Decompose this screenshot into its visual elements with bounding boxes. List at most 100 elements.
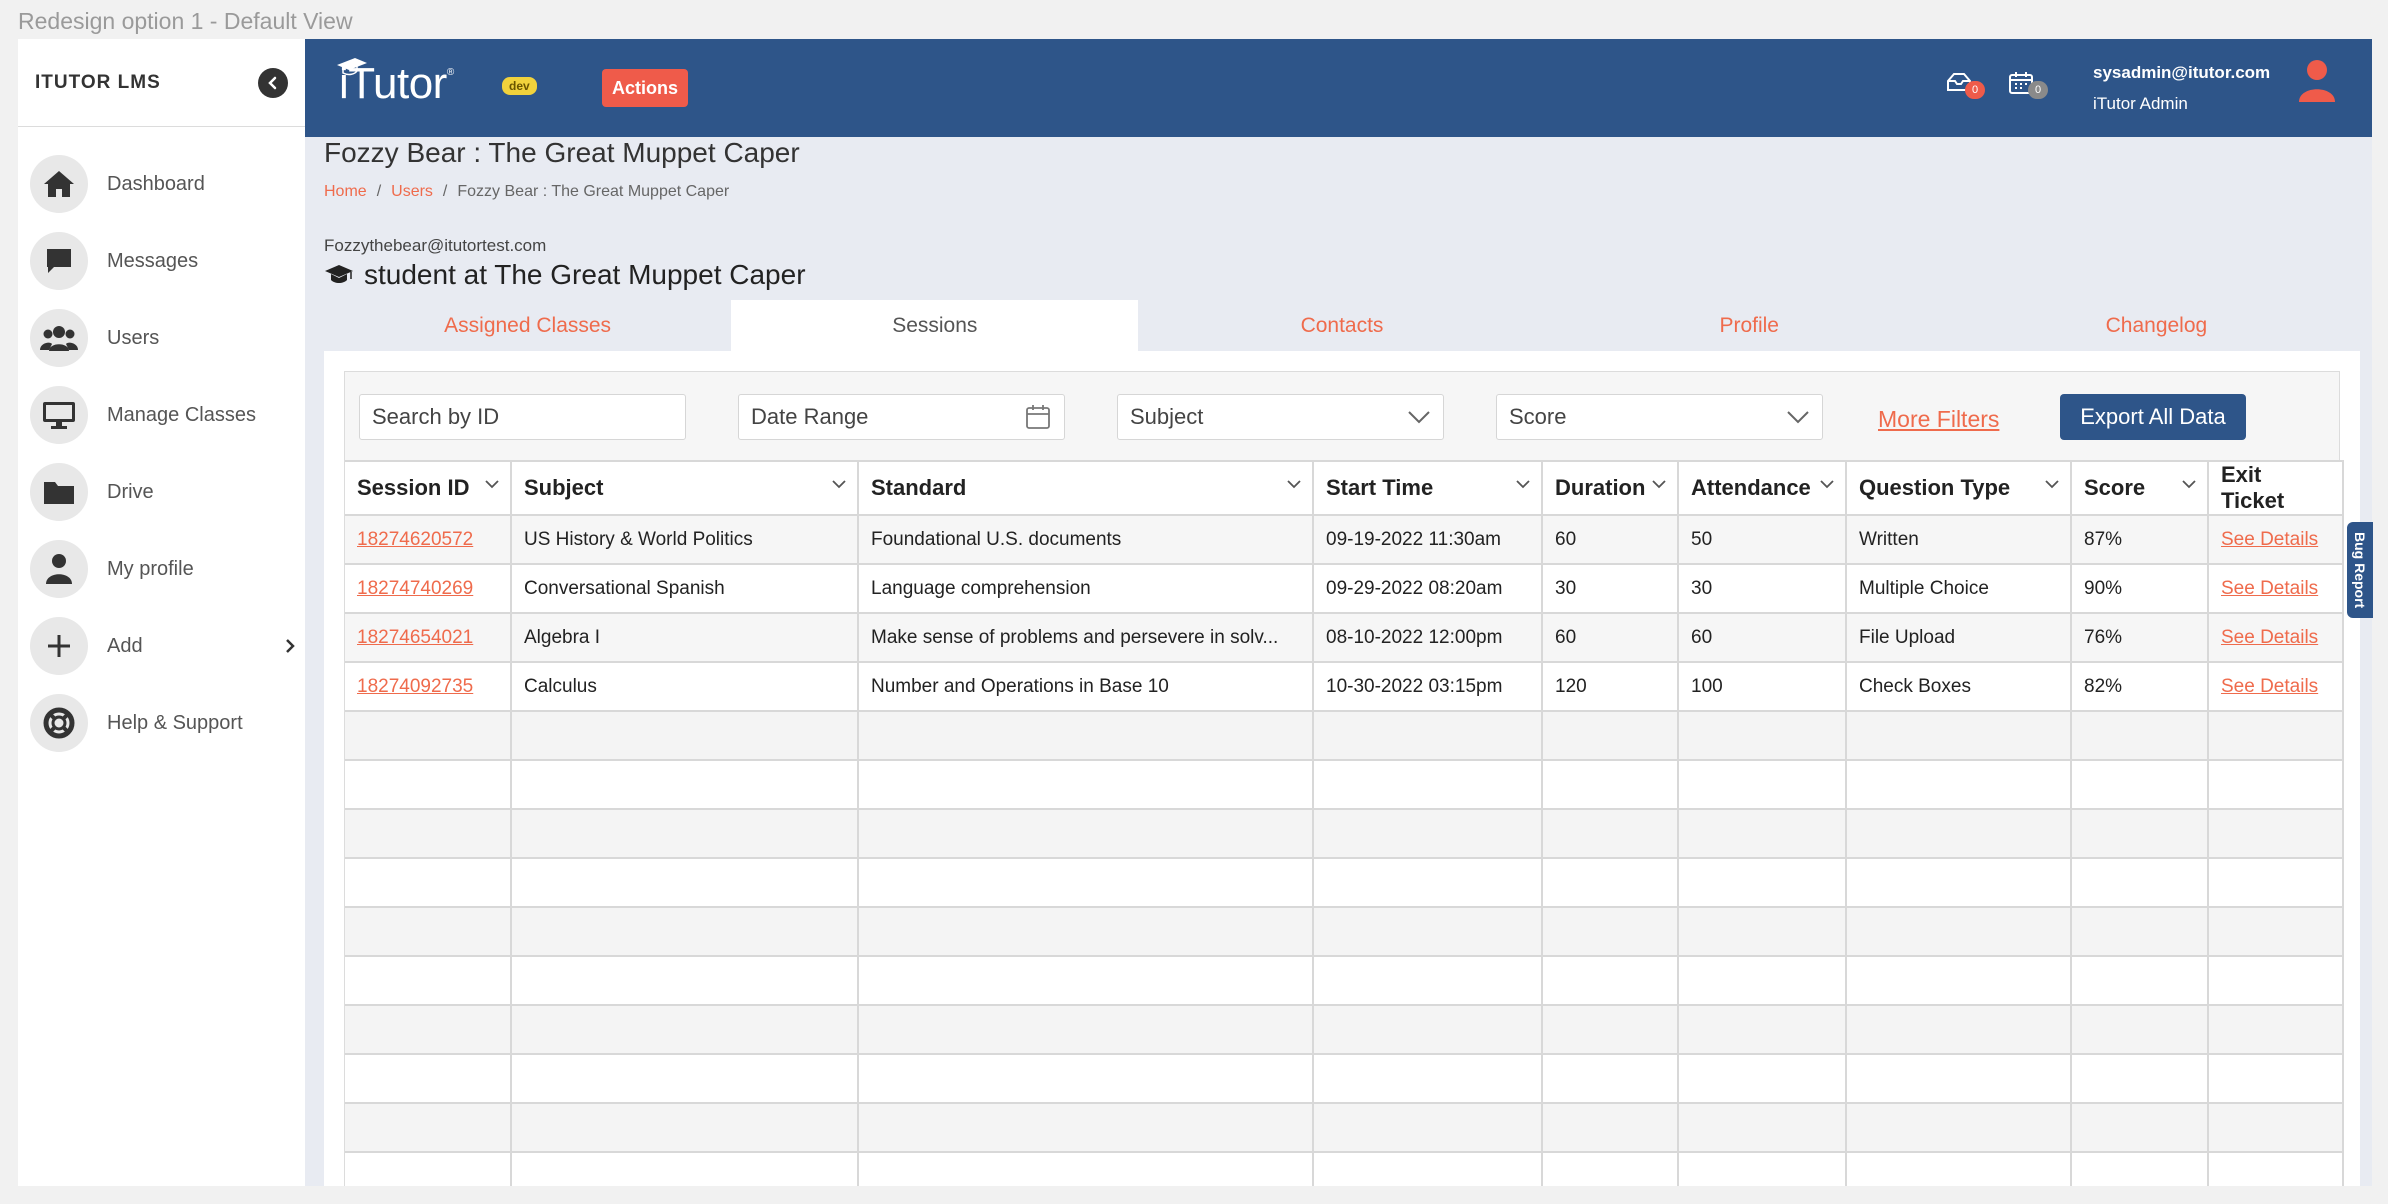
attendance-cell: 30 xyxy=(1678,564,1847,614)
empty-table-row xyxy=(345,1152,2344,1186)
search-input-box[interactable] xyxy=(359,394,686,440)
column-header-subject[interactable]: Subject xyxy=(511,460,859,516)
tab-changelog[interactable]: Changelog xyxy=(1953,300,2360,351)
exit-ticket-cell: See Details xyxy=(2208,515,2344,565)
sidebar-item-messages[interactable]: Messages xyxy=(30,232,300,290)
sidebar: ITUTOR LMS Dashboard Messages Users Mana… xyxy=(18,39,305,1186)
see-details-link[interactable]: See Details xyxy=(2221,676,2318,697)
column-header-session-id[interactable]: Session ID xyxy=(345,460,512,516)
frame-label: Redesign option 1 - Default View xyxy=(18,8,353,34)
column-label: Subject xyxy=(524,475,604,500)
calendar-icon xyxy=(1026,405,1050,429)
see-details-link[interactable]: See Details xyxy=(2221,627,2318,648)
exit-ticket-cell: See Details xyxy=(2208,613,2344,663)
subject-select-value: Subject xyxy=(1130,404,1204,429)
subject-select[interactable]: Subject xyxy=(1117,394,1444,440)
collapse-sidebar-button[interactable] xyxy=(258,67,288,98)
itutor-logo[interactable]: iTutor ® xyxy=(337,58,455,109)
empty-table-row xyxy=(345,858,2344,908)
registered-mark: ® xyxy=(446,67,455,78)
session-id-link[interactable]: 18274620572 xyxy=(357,529,473,550)
sort-chevron-icon xyxy=(1652,480,1666,489)
date-range-picker[interactable]: Date Range xyxy=(738,394,1065,440)
table-row: 18274620572 US History & World Politics … xyxy=(345,515,2344,565)
table-row: 18274092735 Calculus Number and Operatio… xyxy=(345,662,2344,712)
actions-button[interactable]: Actions xyxy=(602,69,688,107)
score-cell: 87% xyxy=(2071,515,2209,565)
sidebar-item-manage-classes[interactable]: Manage Classes xyxy=(30,386,300,444)
column-header-start-time[interactable]: Start Time xyxy=(1313,460,1543,516)
tab-sessions[interactable]: Sessions xyxy=(731,300,1139,351)
sessions-table: Session ID Subject Standard Start Time D… xyxy=(345,460,2344,1186)
user-profile-email: Fozzythebear@itutortest.com xyxy=(324,236,547,255)
sidebar-item-label: Manage Classes xyxy=(107,403,256,426)
sidebar-item-label: My profile xyxy=(107,557,194,580)
sidebar-item-label: Help & Support xyxy=(107,711,243,734)
home-icon xyxy=(30,155,88,213)
tab-assigned-classes[interactable]: Assigned Classes xyxy=(324,300,731,351)
score-select-value: Score xyxy=(1509,404,1567,429)
start-time-cell: 10-30-2022 03:15pm xyxy=(1313,662,1543,712)
calendar-button[interactable]: 0 xyxy=(2008,71,2054,101)
tab-contacts[interactable]: Contacts xyxy=(1138,300,1545,351)
sort-chevron-icon xyxy=(2045,480,2059,489)
sidebar-item-users[interactable]: Users xyxy=(30,309,300,367)
column-header-duration[interactable]: Duration xyxy=(1542,460,1679,516)
chevron-left-icon xyxy=(268,76,277,89)
column-header-attendance[interactable]: Attendance xyxy=(1678,460,1847,516)
sidebar-title: ITUTOR LMS xyxy=(35,71,161,93)
sidebar-item-drive[interactable]: Drive xyxy=(30,463,300,521)
empty-table-row xyxy=(345,809,2344,859)
see-details-link[interactable]: See Details xyxy=(2221,578,2318,599)
sidebar-item-label: Add xyxy=(107,634,143,657)
attendance-cell: 60 xyxy=(1678,613,1847,663)
sort-chevron-icon xyxy=(1516,480,1530,489)
top-header: iTutor ® dev Actions 0 0 sysadmin@itutor… xyxy=(305,39,2372,137)
session-id-link[interactable]: 18274092735 xyxy=(357,676,473,697)
duration-cell: 120 xyxy=(1542,662,1679,712)
export-all-data-button[interactable]: Export All Data xyxy=(2060,394,2246,440)
plus-icon xyxy=(30,617,88,675)
sessions-panel: Date Range Subject Score More Filters Ex… xyxy=(324,351,2360,1186)
sidebar-item-add[interactable]: Add xyxy=(30,617,300,675)
score-cell: 76% xyxy=(2071,613,2209,663)
user-role-line: student at The Great Muppet Caper xyxy=(324,259,806,291)
role-text: student at The Great Muppet Caper xyxy=(364,259,806,290)
sidebar-item-my-profile[interactable]: My profile xyxy=(30,540,300,598)
subject-cell: Conversational Spanish xyxy=(511,564,859,614)
bug-report-button[interactable]: Bug Report xyxy=(2347,522,2373,618)
person-icon xyxy=(30,540,88,598)
score-cell: 90% xyxy=(2071,564,2209,614)
search-input[interactable] xyxy=(372,404,673,430)
breadcrumb-users[interactable]: Users xyxy=(391,183,433,201)
column-header-standard[interactable]: Standard xyxy=(858,460,1314,516)
empty-table-row xyxy=(345,1103,2344,1153)
column-label: Standard xyxy=(871,475,967,500)
tab-profile[interactable]: Profile xyxy=(1546,300,1953,351)
empty-table-row xyxy=(345,956,2344,1006)
sort-chevron-icon xyxy=(1287,480,1301,489)
sort-chevron-icon xyxy=(485,480,499,489)
see-details-link[interactable]: See Details xyxy=(2221,529,2318,550)
breadcrumb-home[interactable]: Home xyxy=(324,183,367,201)
session-id-link[interactable]: 18274654021 xyxy=(357,627,473,648)
session-id-link[interactable]: 18274740269 xyxy=(357,578,473,599)
empty-table-row xyxy=(345,907,2344,957)
graduation-cap-icon xyxy=(337,58,367,76)
inbox-button[interactable]: 0 xyxy=(1945,71,1991,101)
column-header-score[interactable]: Score xyxy=(2071,460,2209,516)
date-range-label: Date Range xyxy=(751,404,869,429)
breadcrumb: Home / Users / Fozzy Bear : The Great Mu… xyxy=(324,183,729,201)
sidebar-item-help-support[interactable]: Help & Support xyxy=(30,694,300,752)
avatar[interactable] xyxy=(2297,59,2345,109)
start-time-cell: 08-10-2022 12:00pm xyxy=(1313,613,1543,663)
sidebar-item-dashboard[interactable]: Dashboard xyxy=(30,155,300,213)
lifebuoy-icon xyxy=(30,694,88,752)
monitor-icon xyxy=(30,386,88,444)
column-header-question-type[interactable]: Question Type xyxy=(1846,460,2072,516)
score-select[interactable]: Score xyxy=(1496,394,1823,440)
table-row: 18274654021 Algebra I Make sense of prob… xyxy=(345,613,2344,663)
column-label: Attendance xyxy=(1691,475,1811,500)
sort-chevron-icon xyxy=(1820,480,1834,489)
more-filters-link[interactable]: More Filters xyxy=(1878,406,1999,433)
